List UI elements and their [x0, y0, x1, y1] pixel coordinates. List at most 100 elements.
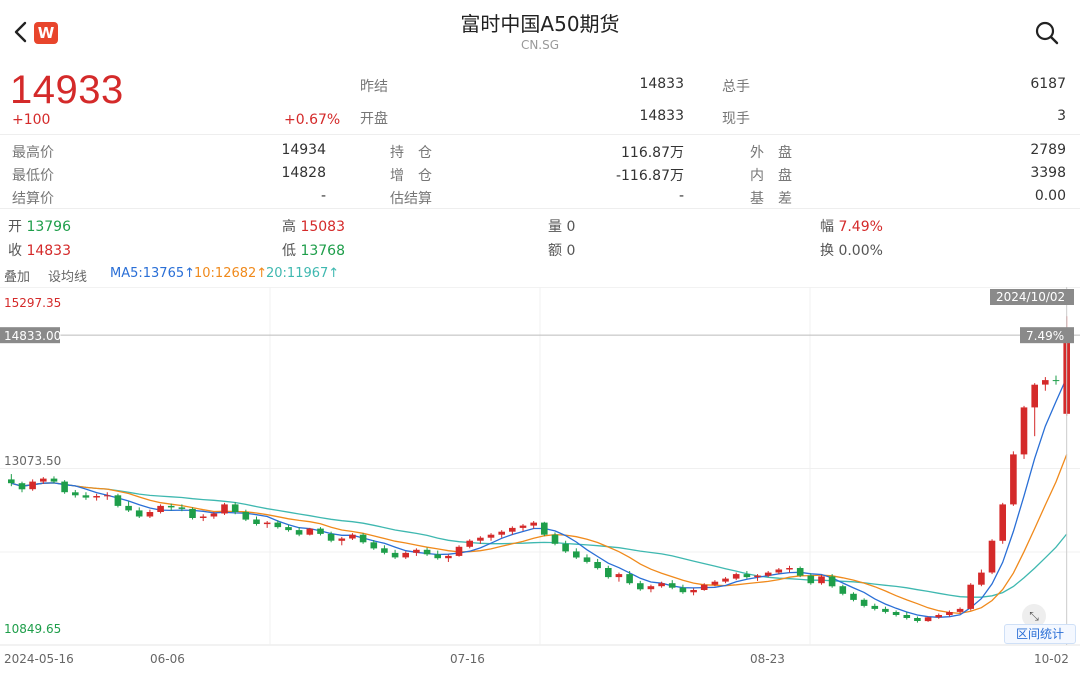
y-axis-bottom-label: 10849.65	[4, 622, 61, 636]
prev-settle-label: 昨结	[360, 79, 388, 95]
settle-label: 结算价	[12, 191, 54, 207]
outer-value: 2789	[1030, 142, 1066, 158]
ma20-legend: 20:11967↑	[266, 266, 340, 281]
ohlc-close: 收 14833	[8, 243, 71, 259]
x-axis-label: 2024-05-16	[4, 652, 74, 666]
ma5-legend: MA5:13765↑	[110, 266, 196, 281]
candle	[562, 543, 569, 552]
candle	[210, 513, 218, 517]
candle	[221, 504, 228, 514]
candle	[583, 557, 591, 562]
candle	[711, 581, 719, 585]
ohlc-amount: 额 0	[548, 243, 576, 259]
candle	[924, 617, 932, 622]
candle	[157, 505, 164, 512]
candle	[242, 512, 250, 520]
x-axis-label: 07-16	[450, 652, 485, 666]
candle	[146, 512, 154, 517]
candle	[40, 478, 47, 482]
candle	[370, 542, 378, 549]
open-value: 14833	[639, 108, 684, 124]
candle	[828, 576, 836, 587]
candlestick-chart[interactable]: 14833.00 2024/10/02 7.49% 15297.35 13073.50 1…	[0, 287, 1080, 678]
tab-overlay[interactable]: 叠加	[4, 266, 30, 285]
ma5-line	[11, 377, 1068, 618]
candle	[860, 599, 868, 606]
candle	[722, 578, 729, 582]
app-header: W 富时中国A50期货 CN.SG	[0, 0, 1080, 62]
x-axis-label: 06-06	[150, 652, 185, 666]
candle	[18, 483, 26, 490]
candle	[61, 481, 68, 493]
total-volume-value: 6187	[1030, 76, 1066, 92]
candle	[50, 478, 58, 482]
ma10-line	[11, 454, 1068, 615]
inner-value: 3398	[1030, 165, 1066, 181]
candle	[295, 530, 303, 535]
candle	[135, 510, 143, 517]
est-settle-value: -	[678, 188, 684, 204]
y-axis-top-label: 15297.35	[4, 296, 61, 310]
candle	[178, 507, 186, 509]
candle	[754, 575, 761, 578]
candle	[167, 505, 175, 508]
settle-value: -	[320, 188, 326, 204]
ohlc-open: 开 13796	[8, 219, 71, 235]
open-interest-value: 116.87万	[621, 145, 684, 161]
candle	[1052, 380, 1060, 382]
candle	[114, 495, 122, 506]
open-label: 开盘	[360, 111, 388, 127]
candle	[786, 568, 793, 570]
divider	[0, 208, 1080, 209]
candle	[274, 522, 282, 528]
candle	[647, 586, 655, 590]
candle	[892, 612, 900, 615]
y-axis-mid-label: 13073.50	[4, 454, 61, 468]
candle	[466, 540, 473, 547]
candle	[477, 537, 484, 541]
est-settle-label: 估结算	[390, 191, 432, 207]
range-stats-button[interactable]: 区间统计	[1004, 624, 1076, 644]
candle	[104, 495, 111, 497]
candle	[253, 519, 260, 524]
low-label: 最低价	[12, 168, 54, 184]
candle	[82, 495, 90, 498]
candle	[764, 572, 772, 576]
tab-set-ma[interactable]: 设均线	[48, 266, 87, 285]
candle	[882, 608, 889, 612]
basis-value: 0.00	[1034, 188, 1066, 204]
candle	[1042, 380, 1049, 385]
open-interest-label: 持 仓	[390, 145, 432, 161]
candle	[189, 508, 196, 518]
ma10-legend: 10:12682↑	[194, 266, 268, 281]
candle	[999, 504, 1006, 541]
candle	[445, 555, 452, 559]
candle	[573, 551, 580, 558]
total-volume-label: 总手	[722, 79, 750, 95]
candle	[402, 552, 409, 558]
ohlc-low: 低 13768	[282, 243, 345, 259]
candle	[434, 554, 441, 559]
candle	[690, 590, 697, 593]
candle	[637, 583, 644, 590]
candle	[413, 549, 420, 553]
search-icon[interactable]	[1034, 20, 1060, 46]
candle	[93, 496, 100, 498]
candle	[263, 522, 271, 525]
oi-change-label: 增 仓	[390, 168, 432, 184]
ma20-line	[11, 482, 1068, 598]
low-value: 14828	[281, 165, 326, 181]
price-change-pct: +0.67%	[284, 112, 341, 128]
candle	[956, 608, 964, 612]
candle	[519, 525, 527, 528]
candle	[1010, 454, 1017, 505]
crosshair-date-label: 2024/10/02	[996, 290, 1065, 304]
high-value: 14934	[281, 142, 326, 158]
candle	[338, 538, 346, 541]
candle	[306, 528, 314, 535]
candle	[668, 583, 676, 588]
crosshair-pct-label: 7.49%	[1026, 329, 1064, 343]
candle	[967, 584, 974, 609]
basis-label: 基 差	[750, 191, 792, 207]
prev-settle-value: 14833	[639, 76, 684, 92]
